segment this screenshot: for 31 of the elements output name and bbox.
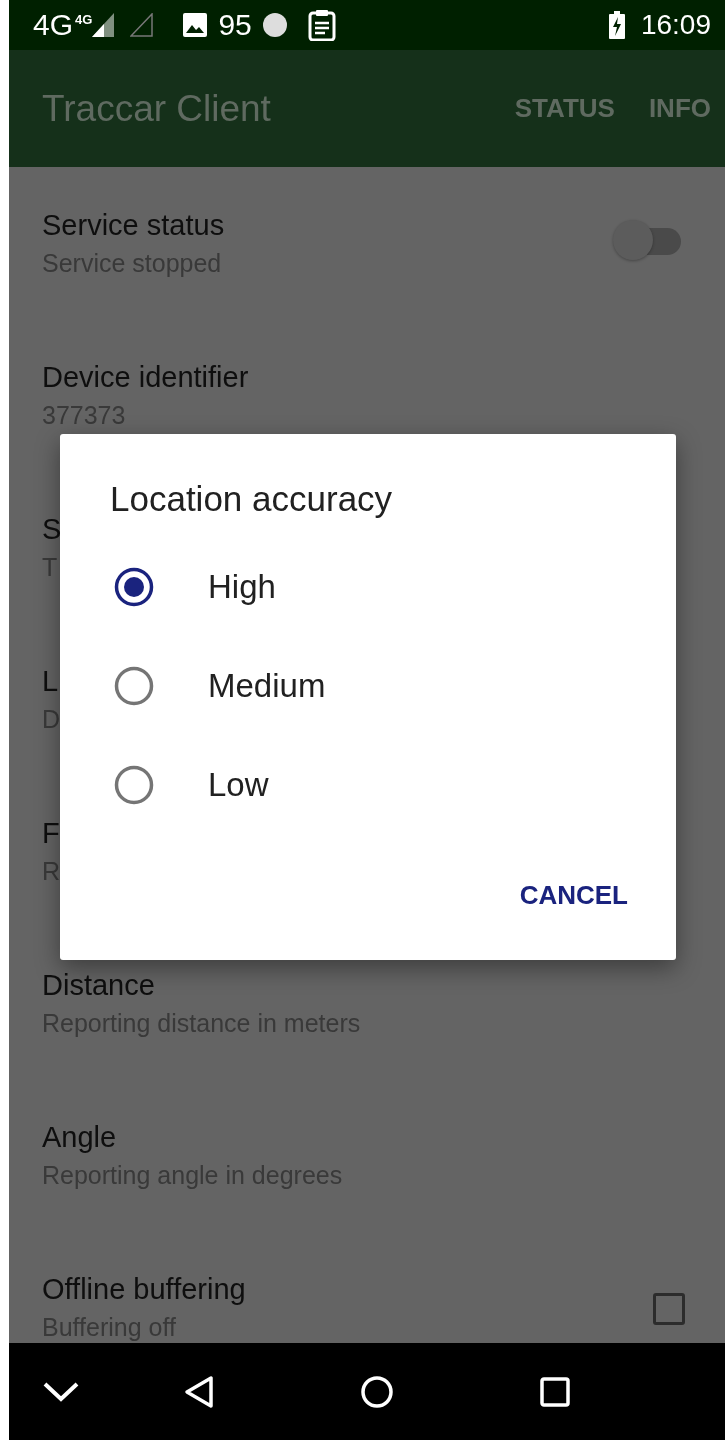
setting-title: Offline buffering	[42, 1272, 246, 1307]
home-icon[interactable]	[360, 1374, 394, 1409]
option-label[interactable]: Medium	[208, 666, 326, 705]
setting-title: S	[42, 512, 62, 547]
setting-title: F	[42, 816, 60, 851]
radio-button[interactable]	[114, 566, 154, 607]
radio-button[interactable]	[114, 665, 154, 706]
checkbox[interactable]	[653, 1293, 685, 1325]
clipboard-icon	[307, 9, 336, 41]
setting-title: Angle	[42, 1120, 117, 1155]
setting-title: Distance	[42, 968, 155, 1003]
cancel-button[interactable]: CANCEL	[519, 872, 628, 919]
notification-count: 95	[218, 8, 252, 42]
radio-button[interactable]	[114, 764, 154, 805]
setting-title: Device identifier	[42, 360, 249, 395]
clock-time: 16:09	[640, 9, 711, 41]
signal-icon	[92, 13, 115, 37]
option-label[interactable]: Low	[208, 765, 269, 804]
back-icon[interactable]	[184, 1374, 214, 1409]
circle-icon	[261, 12, 288, 38]
dialog-title: Location accuracy	[110, 479, 394, 519]
network-type: 4G	[75, 12, 93, 27]
battery-charging-icon	[608, 11, 625, 39]
app-title: Traccar Client	[42, 87, 272, 130]
network-type: 4G	[33, 8, 74, 42]
option-label[interactable]: High	[208, 567, 276, 606]
recent-apps-icon[interactable]	[540, 1376, 570, 1407]
image-icon	[182, 12, 209, 38]
signal-icon	[130, 13, 155, 37]
setting-title: L	[42, 664, 59, 699]
setting-title: Service status	[42, 208, 225, 243]
